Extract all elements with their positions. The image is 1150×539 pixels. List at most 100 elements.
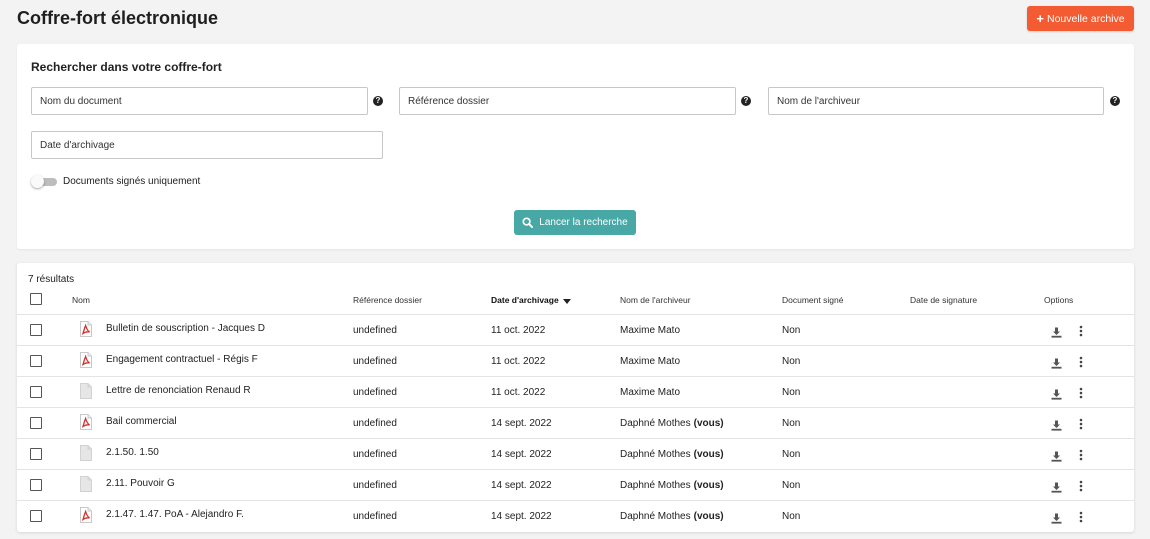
archiver-name: Daphné Mothes (vous) <box>620 501 724 532</box>
table-row[interactable]: 2.11. Pouvoir G undefined 14 sept. 2022 Dap… <box>17 469 1134 500</box>
row-checkbox[interactable] <box>30 448 42 460</box>
new-archive-button[interactable]: + Nouvelle archive <box>1027 6 1134 31</box>
folder-reference: undefined <box>353 418 397 429</box>
help-icon-archiver-name[interactable]: ? <box>1110 96 1120 106</box>
download-icon[interactable] <box>1051 480 1062 493</box>
you-marker: (vous) <box>693 418 724 429</box>
table-row[interactable]: Lettre de renonciation Renaud R undefined… <box>17 376 1134 407</box>
archive-date: 11 oct. 2022 <box>491 356 546 367</box>
page-title: Coffre-fort électronique <box>17 8 219 28</box>
column-header-options: Options <box>1044 295 1074 305</box>
download-icon[interactable] <box>1051 387 1062 400</box>
you-marker: (vous) <box>693 449 724 460</box>
archiver-name-field[interactable] <box>768 87 1104 115</box>
folder-reference: undefined <box>353 356 397 367</box>
result-count: 7 résultats <box>28 274 75 285</box>
pdf-file-icon <box>80 352 92 368</box>
more-options-icon[interactable] <box>1079 479 1083 492</box>
document-name[interactable]: 2.11. Pouvoir G <box>106 468 175 499</box>
more-options-icon[interactable] <box>1079 355 1083 368</box>
row-checkbox[interactable] <box>30 355 42 367</box>
archive-date: 14 sept. 2022 <box>491 418 552 429</box>
archiver-name: Maxime Mato <box>620 315 680 346</box>
folder-reference: undefined <box>353 511 397 522</box>
more-options-icon[interactable] <box>1079 386 1083 399</box>
row-checkbox[interactable] <box>30 386 42 398</box>
help-icon-document-name[interactable]: ? <box>373 96 383 106</box>
results-panel: 7 résultats Nom Référence dossier Date d… <box>17 263 1134 532</box>
row-checkbox[interactable] <box>30 510 42 522</box>
folder-reference: undefined <box>353 480 397 491</box>
pdf-file-icon <box>80 414 92 430</box>
signed-status: Non <box>782 356 801 367</box>
signed-status: Non <box>782 511 801 522</box>
archiver-name: Daphné Mothes (vous) <box>620 470 724 501</box>
archive-date: 11 oct. 2022 <box>491 387 546 398</box>
table-row[interactable]: Engagement contractuel - Régis F undefine… <box>17 345 1134 376</box>
archiver-name-text: Maxime Mato <box>620 356 681 367</box>
more-options-icon[interactable] <box>1079 417 1083 430</box>
download-icon[interactable] <box>1051 418 1062 431</box>
row-checkbox[interactable] <box>30 417 42 429</box>
new-archive-label: Nouvelle archive <box>1046 12 1125 25</box>
document-name[interactable]: Lettre de renonciation Renaud R <box>106 375 251 406</box>
download-icon[interactable] <box>1051 511 1062 524</box>
document-name[interactable]: Bail commercial <box>106 406 177 437</box>
download-icon[interactable] <box>1051 356 1062 369</box>
document-name[interactable]: Engagement contractuel - Régis F <box>106 344 258 375</box>
search-icon <box>522 217 534 228</box>
document-name-field[interactable] <box>31 87 368 115</box>
archiver-name-text: Maxime Mato <box>620 325 681 336</box>
archiver-name: Maxime Mato <box>620 377 680 408</box>
column-header-archive-date[interactable]: Date d'archivage <box>491 295 571 305</box>
signed-only-toggle[interactable] <box>31 175 57 188</box>
folder-reference-input[interactable] <box>408 88 735 114</box>
archiver-name-text: Daphné Mothes <box>620 511 691 522</box>
document-name[interactable]: 2.1.47. 1.47. PoA - Alejandro F. <box>106 499 244 530</box>
archiver-name-input[interactable] <box>777 88 1103 114</box>
archive-date-field[interactable] <box>31 131 383 159</box>
signed-status: Non <box>782 325 801 336</box>
file-icon <box>80 383 92 399</box>
document-name-input[interactable] <box>40 88 367 114</box>
table-row[interactable]: Bail commercial undefined 14 sept. 2022 Dap… <box>17 407 1134 438</box>
archive-date-input[interactable] <box>40 132 382 158</box>
signed-status: Non <box>782 418 801 429</box>
pdf-file-icon <box>80 507 92 523</box>
signed-status: Non <box>782 480 801 491</box>
pdf-file-icon <box>80 321 92 337</box>
more-options-icon[interactable] <box>1079 448 1083 461</box>
plus-icon: + <box>1036 11 1044 26</box>
column-header-signed[interactable]: Document signé <box>782 295 843 305</box>
archiver-name: Daphné Mothes (vous) <box>620 439 724 470</box>
archive-date-header-label: Date d'archivage <box>491 295 559 305</box>
table-row[interactable]: 2.1.50. 1.50 undefined 14 sept. 2022 Daphné… <box>17 438 1134 469</box>
document-name[interactable]: 2.1.50. 1.50 <box>106 437 159 468</box>
download-icon[interactable] <box>1051 449 1062 462</box>
column-header-signature-date[interactable]: Date de signature <box>910 295 977 305</box>
folder-reference-field[interactable] <box>399 87 736 115</box>
select-all-checkbox[interactable] <box>30 293 42 305</box>
row-checkbox[interactable] <box>30 324 42 336</box>
search-title: Rechercher dans votre coffre-fort <box>31 60 222 74</box>
document-name[interactable]: Bulletin de souscription - Jacques D <box>106 313 265 344</box>
more-options-icon[interactable] <box>1079 510 1083 523</box>
sort-desc-icon <box>562 298 571 304</box>
column-header-name[interactable]: Nom <box>72 295 90 305</box>
table-row[interactable]: 2.1.47. 1.47. PoA - Alejandro F. undefine… <box>17 500 1134 531</box>
more-options-icon[interactable] <box>1079 324 1083 337</box>
archive-date: 14 sept. 2022 <box>491 480 552 491</box>
signed-status: Non <box>782 387 801 398</box>
archiver-name: Maxime Mato <box>620 346 680 377</box>
download-icon[interactable] <box>1051 325 1062 338</box>
row-checkbox[interactable] <box>30 479 42 491</box>
column-header-archiver-name[interactable]: Nom de l'archiveur <box>620 295 691 305</box>
table-row[interactable]: Bulletin de souscription - Jacques D unde… <box>17 314 1134 345</box>
file-icon <box>80 445 92 461</box>
launch-search-button[interactable]: Lancer la recherche <box>514 210 636 235</box>
signed-only-label: Documents signés uniquement <box>63 176 201 187</box>
column-header-folder-reference[interactable]: Référence dossier <box>353 295 422 305</box>
launch-search-label: Lancer la recherche <box>539 217 628 228</box>
signed-status: Non <box>782 449 801 460</box>
help-icon-folder-reference[interactable]: ? <box>741 96 751 106</box>
